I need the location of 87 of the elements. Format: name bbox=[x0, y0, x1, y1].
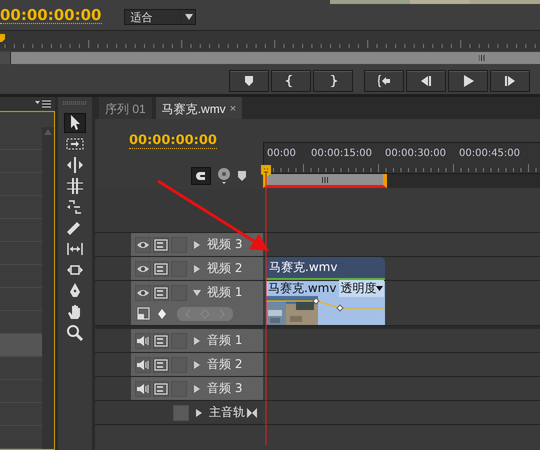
rolling-edit-icon bbox=[66, 177, 84, 195]
sequence-tab[interactable]: 序列 01 bbox=[99, 97, 152, 119]
slip-icon bbox=[66, 240, 84, 258]
track-name: 音频 3 bbox=[207, 380, 242, 397]
sequence-timecode[interactable]: 00:00:00:00 bbox=[129, 133, 217, 149]
track-name: 视频 1 bbox=[207, 284, 242, 301]
sync-lock-toggle[interactable] bbox=[153, 380, 169, 396]
time-ruler[interactable]: 00:00 00:00:15:00 00:00:30:00 00:00:45:00 bbox=[263, 142, 540, 174]
clip-name: 马赛克.wmv bbox=[267, 280, 336, 297]
mix-icon bbox=[247, 408, 257, 418]
expand-triangle-icon[interactable] bbox=[193, 288, 201, 296]
filmstrip-icon bbox=[154, 238, 168, 252]
speaker-icon bbox=[136, 334, 150, 348]
rolling-edit-tool[interactable] bbox=[64, 176, 86, 196]
marker-icon bbox=[243, 75, 255, 87]
zoom-dropdown[interactable]: 适合 bbox=[124, 9, 196, 25]
display-style-icon[interactable] bbox=[137, 307, 151, 321]
dropdown-arrow-icon[interactable] bbox=[180, 12, 194, 22]
panel-menu-icon[interactable] bbox=[35, 100, 51, 108]
speaker-toggle[interactable] bbox=[135, 380, 151, 396]
play-icon bbox=[462, 75, 474, 87]
monitor-timecode[interactable]: 00:00:00:00 bbox=[0, 7, 102, 24]
property-dropdown[interactable]: 透明度 bbox=[339, 280, 384, 297]
ripple-edit-icon bbox=[66, 156, 84, 174]
scrollbar-thumb[interactable] bbox=[11, 52, 540, 64]
time-ruler[interactable] bbox=[4, 40, 536, 48]
filmstrip-icon bbox=[154, 262, 168, 276]
step-back-button[interactable] bbox=[406, 70, 446, 92]
filmstrip-icon bbox=[154, 334, 168, 348]
step-forward-icon bbox=[504, 75, 516, 87]
sequence-tab[interactable]: 马赛克.wmv × bbox=[156, 97, 242, 119]
speaker-toggle[interactable] bbox=[135, 332, 151, 348]
filmstrip-icon bbox=[154, 358, 168, 372]
marker-icon[interactable] bbox=[237, 170, 247, 182]
ruler-label: 00:00:15:00 bbox=[311, 148, 374, 161]
mark-out-button[interactable] bbox=[313, 70, 353, 92]
track-name: 音频 2 bbox=[207, 356, 242, 373]
selection-tool[interactable] bbox=[64, 113, 86, 133]
expand-triangle-icon[interactable] bbox=[195, 408, 203, 416]
speaker-toggle[interactable] bbox=[135, 356, 151, 372]
track-name: 视频 2 bbox=[207, 260, 242, 277]
play-button[interactable] bbox=[448, 70, 488, 92]
lock-toggle[interactable] bbox=[173, 404, 189, 420]
marker-button[interactable] bbox=[229, 70, 269, 92]
keyframe-icon[interactable] bbox=[157, 308, 167, 320]
sync-lock-toggle[interactable] bbox=[153, 332, 169, 348]
go-to-in-button[interactable] bbox=[364, 70, 404, 92]
snap-icon[interactable] bbox=[191, 167, 211, 185]
sync-lock-toggle[interactable] bbox=[153, 260, 169, 276]
eye-toggle[interactable] bbox=[135, 284, 151, 300]
dropdown-arrow-icon bbox=[376, 286, 384, 291]
disc-icon[interactable] bbox=[217, 167, 231, 185]
track-name: 音频 1 bbox=[207, 332, 242, 349]
playhead-marker[interactable] bbox=[0, 34, 5, 42]
eye-toggle[interactable] bbox=[135, 260, 151, 276]
expand-triangle-icon[interactable] bbox=[193, 384, 201, 392]
rate-stretch-icon bbox=[66, 198, 84, 216]
ruler-label: 00:00 bbox=[267, 148, 297, 161]
sync-lock-toggle[interactable] bbox=[153, 356, 169, 372]
video-clip[interactable]: 马赛克.wmv bbox=[266, 257, 385, 280]
expand-triangle-icon[interactable] bbox=[193, 240, 201, 248]
zoom-icon bbox=[66, 324, 84, 342]
sync-lock-toggle[interactable] bbox=[153, 284, 169, 300]
zoom-tool[interactable] bbox=[64, 323, 86, 343]
scrollbar-handle[interactable] bbox=[0, 52, 10, 64]
mark-in-button[interactable] bbox=[271, 70, 311, 92]
go-to-in-icon bbox=[378, 75, 390, 87]
expand-triangle-icon[interactable] bbox=[193, 336, 201, 344]
panel-grip-icon[interactable] bbox=[63, 101, 87, 105]
grip-icon bbox=[479, 55, 485, 61]
ruler-label: 00:00:45:00 bbox=[459, 148, 522, 161]
track-name: 视频 3 bbox=[207, 236, 242, 253]
track-name: 主音轨 bbox=[209, 404, 245, 421]
video-clip[interactable]: 马赛克.wmv 透明度 bbox=[266, 281, 385, 325]
speaker-icon bbox=[136, 382, 150, 396]
close-tab-button[interactable]: × bbox=[230, 103, 236, 115]
eye-toggle[interactable] bbox=[135, 236, 151, 252]
step-forward-button[interactable] bbox=[490, 70, 530, 92]
expand-triangle-icon[interactable] bbox=[193, 264, 201, 272]
filmstrip-icon bbox=[154, 382, 168, 396]
sync-lock-toggle[interactable] bbox=[153, 236, 169, 252]
speaker-icon bbox=[136, 358, 150, 372]
grip-icon bbox=[322, 176, 328, 182]
expand-triangle-icon[interactable] bbox=[193, 360, 201, 368]
step-back-icon bbox=[420, 75, 432, 87]
ruler-label: 00:00:30:00 bbox=[385, 148, 448, 161]
filmstrip-icon bbox=[154, 286, 168, 300]
